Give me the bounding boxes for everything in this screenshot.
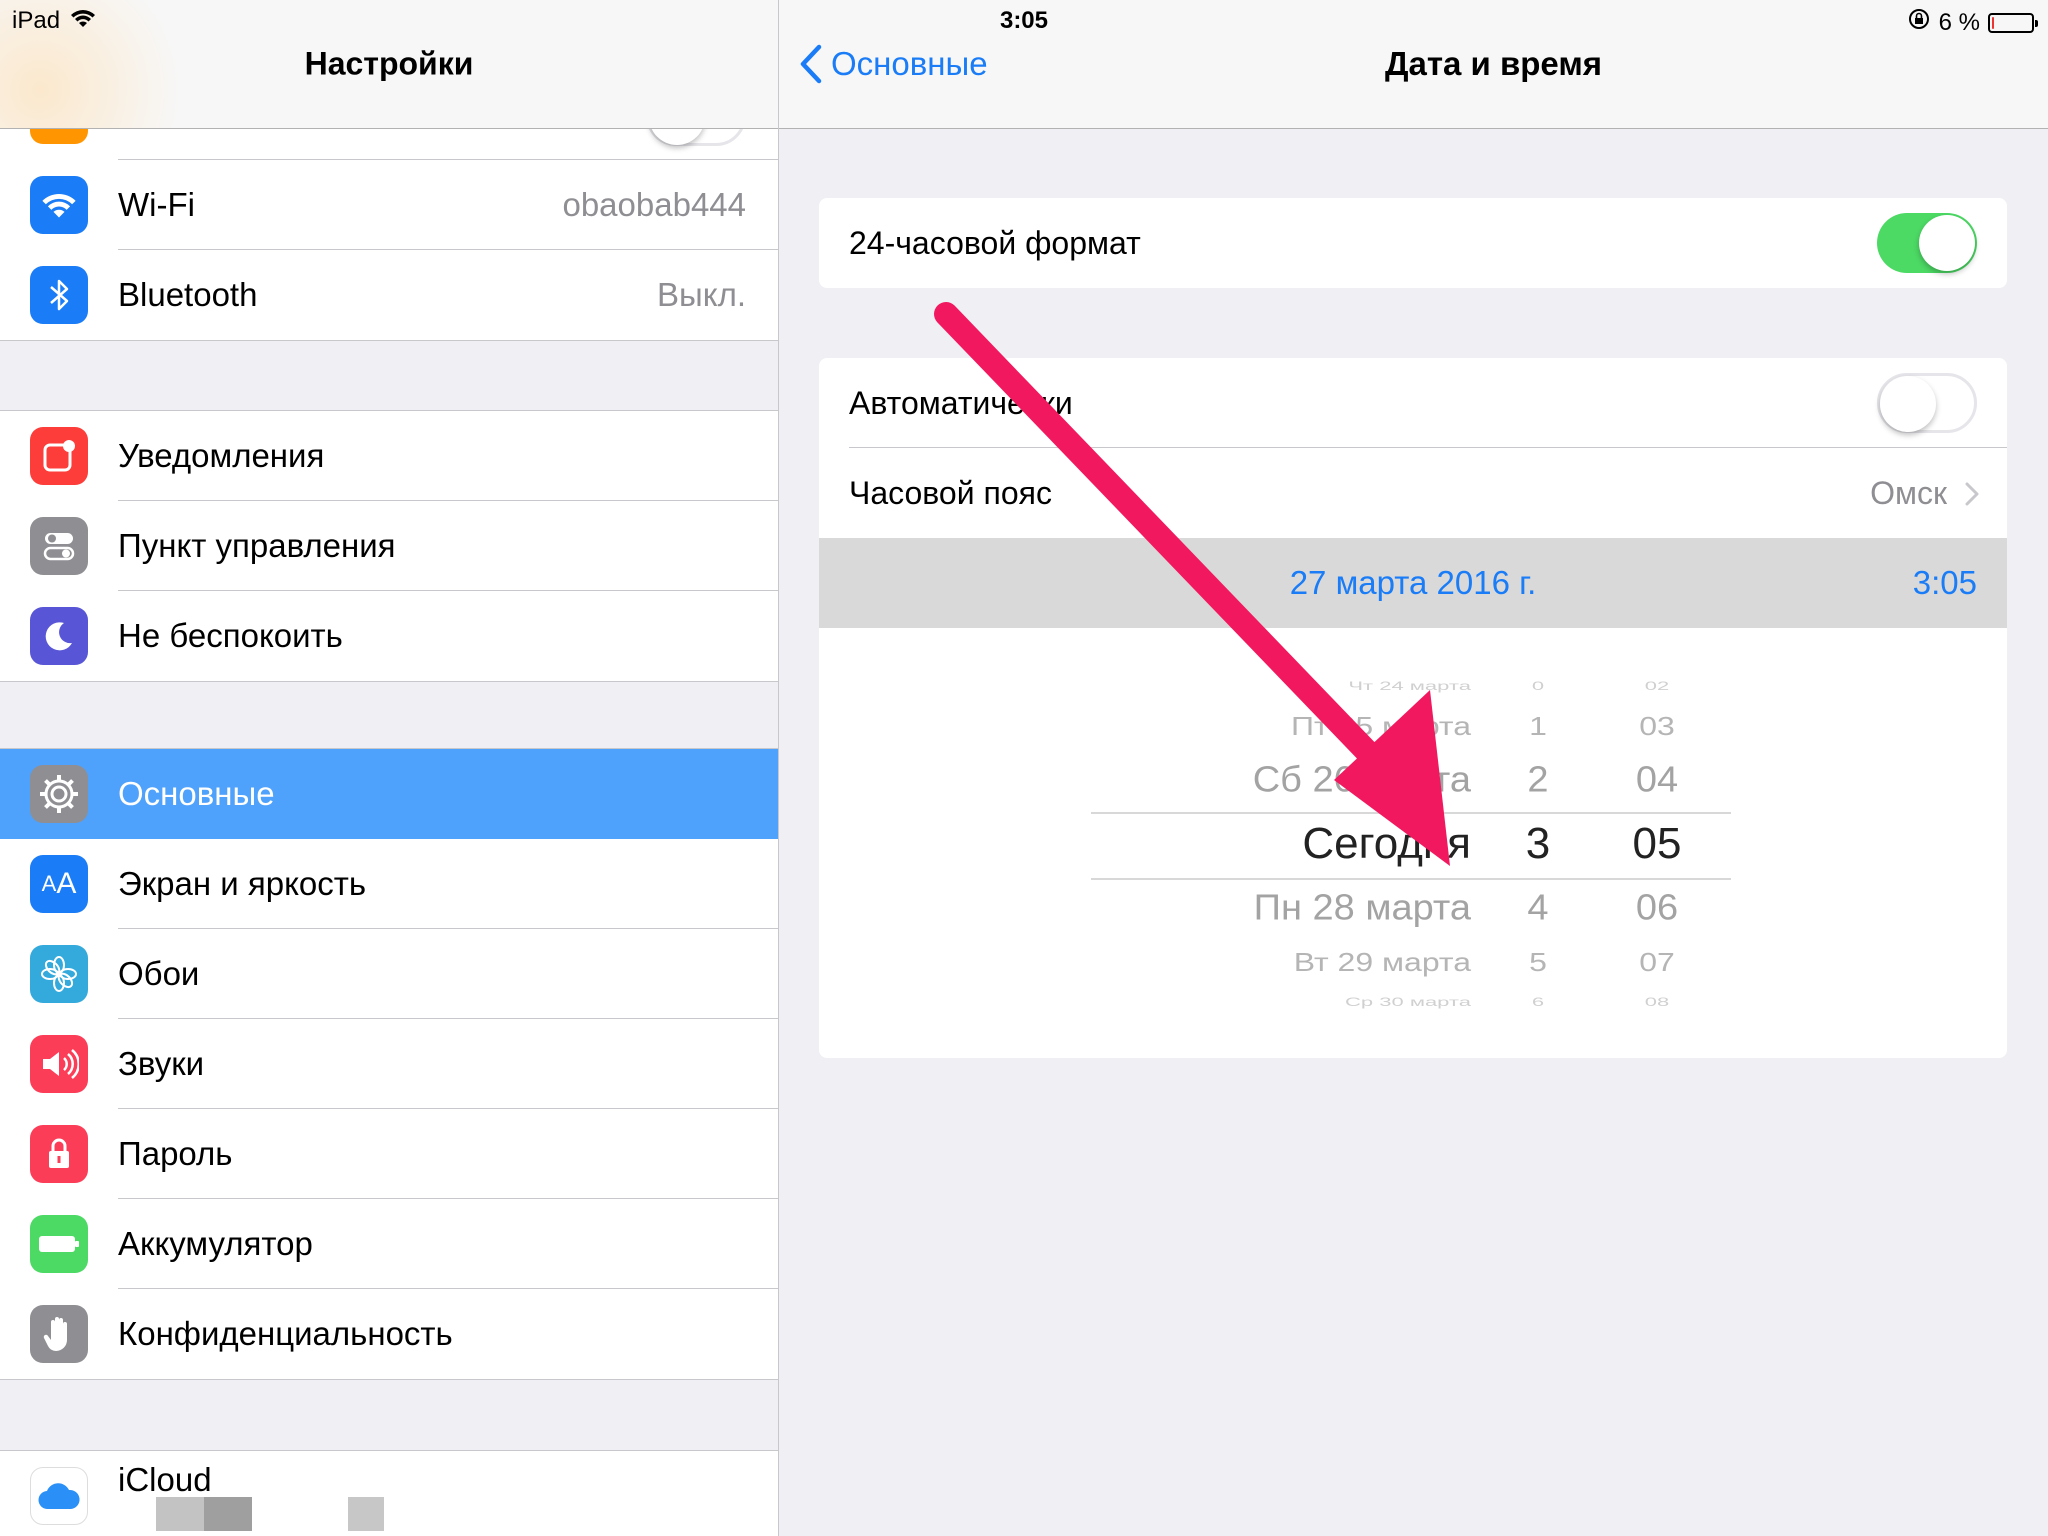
automatic-row: Автоматически xyxy=(819,358,2007,448)
sidebar-item-notifications[interactable]: Уведомления xyxy=(0,411,778,501)
sidebar-item-label: Не беспокоить xyxy=(118,617,343,654)
sidebar-item-privacy[interactable]: Конфиденциальность xyxy=(0,1289,778,1379)
picker-minute[interactable]: 06 xyxy=(1597,890,1717,926)
picker-hour[interactable]: 5 xyxy=(1478,949,1598,975)
blurred-account-block xyxy=(204,1497,252,1531)
picker-minute[interactable]: 08 xyxy=(1597,996,1717,1008)
control-center-icon xyxy=(30,517,88,575)
sidebar-item-label: Конфиденциальность xyxy=(118,1315,453,1352)
blurred-account-block xyxy=(348,1497,384,1531)
sidebar-item-general[interactable]: Основные xyxy=(0,749,778,839)
display-brightness-icon: AA xyxy=(30,855,88,913)
sidebar-group-general: Основные AA Экран и яркость Обои Звуки П… xyxy=(0,748,778,1380)
date-time-card: Автоматически Часовой пояс Омск 27 марта… xyxy=(819,358,2007,1058)
sidebar-item-label: Уведомления xyxy=(118,437,325,474)
chevron-right-icon xyxy=(1965,482,1979,506)
sidebar-item-battery[interactable]: Аккумулятор xyxy=(0,1199,778,1289)
timezone-label: Часовой пояс xyxy=(849,474,1052,511)
picker-date[interactable]: Вт 29 марта xyxy=(1294,949,1471,975)
picker-minute[interactable]: 02 xyxy=(1597,680,1717,692)
wallpaper-flower-icon xyxy=(30,945,88,1003)
sidebar-item-icloud[interactable]: iCloud xyxy=(0,1451,778,1536)
picker-date[interactable]: Ср 30 марта xyxy=(1345,996,1471,1008)
sidebar-item-label: Звуки xyxy=(118,1045,205,1082)
sidebar-group-icloud: iCloud xyxy=(0,1450,778,1536)
picker-hour[interactable]: 1 xyxy=(1478,713,1598,739)
selected-time: 3:05 xyxy=(1912,564,1977,601)
automatic-toggle[interactable] xyxy=(1877,373,1977,433)
selected-date: 27 марта 2016 г. xyxy=(1289,564,1537,601)
sidebar-item-label: Основные xyxy=(118,775,275,812)
selected-datetime-row[interactable]: 27 марта 2016 г. 3:05 xyxy=(819,538,2007,628)
picker-minute[interactable]: 07 xyxy=(1597,949,1717,975)
picker-minute-selected[interactable]: 05 xyxy=(1597,822,1717,866)
sidebar-item-label: Аккумулятор xyxy=(118,1225,313,1262)
format-24h-label: 24-часовой формат xyxy=(849,224,1141,261)
picker-hour[interactable]: 2 xyxy=(1478,762,1598,798)
sidebar-item-label: Wi-Fi xyxy=(118,186,195,223)
detail-pane: Основные Дата и время 24-часовой формат … xyxy=(779,0,2048,1536)
status-bar: iPad 3:05 6 % xyxy=(0,0,2048,40)
picker-hour[interactable]: 4 xyxy=(1478,890,1598,926)
picker-date[interactable]: Чт 24 марта xyxy=(1348,680,1471,692)
battery-indicator-icon xyxy=(1988,12,2038,33)
timezone-row[interactable]: Часовой пояс Омск xyxy=(819,448,2007,538)
picker-minute[interactable]: 04 xyxy=(1597,762,1717,798)
bluetooth-icon xyxy=(30,266,88,324)
sidebar-item-label: Пункт управления xyxy=(118,527,396,564)
settings-sidebar: Настройки Wi-Fi obaobab444 Bluetooth Вык… xyxy=(0,0,779,1536)
gear-icon xyxy=(30,765,88,823)
picker-hour[interactable]: 6 xyxy=(1478,996,1598,1008)
picker-date-selected[interactable]: Сегодня xyxy=(1302,822,1471,866)
sidebar-item-label: Bluetooth xyxy=(118,276,258,313)
format-24h-row: 24-часовой формат xyxy=(819,198,2007,288)
picker-date[interactable]: Пт 25 марта xyxy=(1291,713,1471,739)
lock-icon xyxy=(30,1125,88,1183)
format-24h-toggle[interactable] xyxy=(1877,213,1977,273)
blurred-account-block xyxy=(156,1497,204,1531)
bluetooth-status: Выкл. xyxy=(657,276,746,313)
sidebar-item-passcode[interactable]: Пароль xyxy=(0,1109,778,1199)
sidebar-title: Настройки xyxy=(304,45,474,82)
sidebar-item-wifi[interactable]: Wi-Fi obaobab444 xyxy=(0,160,778,250)
sidebar-item-sounds[interactable]: Звуки xyxy=(0,1019,778,1109)
format-card: 24-часовой формат xyxy=(819,198,2007,288)
sidebar-item-control-center[interactable]: Пункт управления xyxy=(0,501,778,591)
picker-date[interactable]: Пн 28 марта xyxy=(1254,890,1471,926)
wifi-icon xyxy=(30,176,88,234)
automatic-label: Автоматически xyxy=(849,384,1073,421)
sidebar-item-label: Экран и яркость xyxy=(118,865,367,902)
sidebar-item-wallpaper[interactable]: Обои xyxy=(0,929,778,1019)
sidebar-group-notifications: Уведомления Пункт управления Не беспокои… xyxy=(0,410,778,682)
picker-date[interactable]: Сб 26 марта xyxy=(1253,762,1471,798)
date-time-picker[interactable]: Чт 24 марта Пт 25 марта Сб 26 марта Сегодня… xyxy=(819,628,2007,1058)
sidebar-item-label: Обои xyxy=(118,955,200,992)
cloud-icon xyxy=(30,1467,88,1525)
picker-minute[interactable]: 03 xyxy=(1597,713,1717,739)
page-title: Дата и время xyxy=(1384,45,1603,82)
moon-icon xyxy=(30,607,88,665)
sidebar-item-bluetooth[interactable]: Bluetooth Выкл. xyxy=(0,250,778,340)
sidebar-item-label: iCloud xyxy=(118,1461,212,1498)
sidebar-item-label: Пароль xyxy=(118,1135,233,1172)
timezone-value: Омск xyxy=(1870,474,1947,511)
hand-icon xyxy=(30,1305,88,1363)
sidebar-item-do-not-disturb[interactable]: Не беспокоить xyxy=(0,591,778,681)
picker-hour-selected[interactable]: 3 xyxy=(1478,822,1598,866)
notifications-icon xyxy=(30,427,88,485)
battery-percent: 6 % xyxy=(1938,8,1980,36)
sidebar-item-display-brightness[interactable]: AA Экран и яркость xyxy=(0,839,778,929)
speaker-icon xyxy=(30,1035,88,1093)
battery-icon xyxy=(30,1215,88,1273)
rotation-lock-icon xyxy=(1907,7,1931,38)
picker-hour[interactable]: 0 xyxy=(1478,680,1598,692)
status-time: 3:05 xyxy=(999,7,1049,34)
wifi-network-name: obaobab444 xyxy=(562,186,746,223)
